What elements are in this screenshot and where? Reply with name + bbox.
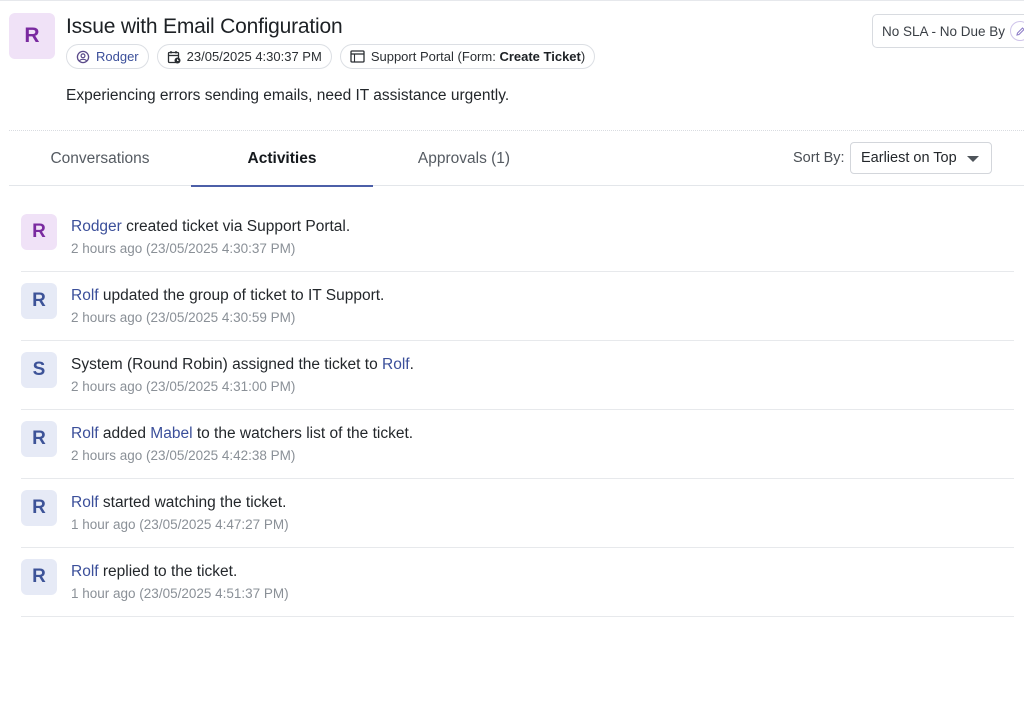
form-suffix: ) xyxy=(580,49,586,64)
activity-item: R Rodger created ticket via Support Port… xyxy=(21,203,1014,272)
avatar: R xyxy=(21,490,57,526)
ticket-meta-chips: Rodger 23/05/2025 4:30:37 PM Support Por… xyxy=(66,44,596,69)
activity-timestamp: 2 hours ago (23/05/2025 4:30:59 PM) xyxy=(71,310,296,325)
activity-item: R Rolf started watching the ticket. 1 ho… xyxy=(21,479,1014,548)
created-date: 23/05/2025 4:30:37 PM xyxy=(186,49,322,64)
created-date-chip: 23/05/2025 4:30:37 PM xyxy=(156,44,332,69)
activity-description: created ticket via Support Portal. xyxy=(121,218,351,235)
activity-timestamp: 2 hours ago (23/05/2025 4:31:00 PM) xyxy=(71,379,296,394)
target-link[interactable]: Rolf xyxy=(382,356,410,373)
activity-timestamp: 1 hour ago (23/05/2025 4:51:37 PM) xyxy=(71,586,289,601)
target-link[interactable]: Mabel xyxy=(150,425,192,442)
activity-suffix: to the watchers list of the ticket. xyxy=(192,425,414,442)
actor-link[interactable]: Rolf xyxy=(71,563,99,580)
tab-approvals[interactable]: Approvals (1) xyxy=(373,131,555,186)
form-name: Create Ticket xyxy=(499,49,581,64)
ticket-description: Experiencing errors sending emails, need… xyxy=(66,87,510,104)
activity-text: Rolf replied to the ticket. xyxy=(71,563,237,581)
requester-name: Rodger xyxy=(96,49,139,64)
activity-text: System (Round Robin) assigned the ticket… xyxy=(71,356,414,374)
sla-text: No SLA - No Due By xyxy=(882,23,1006,39)
actor-link[interactable]: Rolf xyxy=(71,494,99,511)
sla-due-by-box[interactable]: No SLA - No Due By xyxy=(872,14,1024,48)
user-circle-icon xyxy=(76,50,90,64)
activity-text: Rolf updated the group of ticket to IT S… xyxy=(71,287,384,305)
activity-text: Rodger created ticket via Support Portal… xyxy=(71,218,350,236)
caret-down-icon xyxy=(967,156,979,162)
ticket-header: R Issue with Email Configuration Rodger … xyxy=(0,0,1024,130)
tab-conversations[interactable]: Conversations xyxy=(9,131,191,186)
sort-by-label: Sort By: xyxy=(793,150,845,166)
ticket-title: Issue with Email Configuration xyxy=(66,15,343,38)
tab-activities[interactable]: Activities xyxy=(191,131,373,187)
activity-description: System (Round Robin) assigned the ticket… xyxy=(71,356,383,373)
actor-link[interactable]: Rolf xyxy=(71,287,99,304)
activity-timestamp: 1 hour ago (23/05/2025 4:47:27 PM) xyxy=(71,517,289,532)
activity-item: R Rolf replied to the ticket. 1 hour ago… xyxy=(21,548,1014,617)
avatar: R xyxy=(21,559,57,595)
activity-item: S System (Round Robin) assigned the tick… xyxy=(21,341,1014,410)
actor-link[interactable]: Rolf xyxy=(71,425,99,442)
activity-description: replied to the ticket. xyxy=(98,563,238,580)
source-chip: Support Portal (Form: Create Ticket) xyxy=(339,44,596,69)
sort-by-select[interactable]: Earliest on Top xyxy=(850,142,992,174)
pencil-icon[interactable] xyxy=(1010,21,1024,41)
activity-item: R Rolf updated the group of ticket to IT… xyxy=(21,272,1014,341)
actor-link[interactable]: Rodger xyxy=(71,218,122,235)
activity-description: updated the group of ticket to IT Suppor… xyxy=(98,287,385,304)
activity-item: R Rolf added Mabel to the watchers list … xyxy=(21,410,1014,479)
activity-suffix: . xyxy=(409,356,414,373)
activity-list: R Rodger created ticket via Support Port… xyxy=(21,203,1014,617)
avatar: R xyxy=(21,214,57,250)
requester-chip[interactable]: Rodger xyxy=(66,44,149,69)
source-name: Support Portal xyxy=(370,49,454,64)
calendar-clock-icon xyxy=(167,50,181,64)
avatar: S xyxy=(21,352,57,388)
activity-timestamp: 2 hours ago (23/05/2025 4:30:37 PM) xyxy=(71,241,296,256)
sort-by-value: Earliest on Top xyxy=(861,150,957,166)
avatar: R xyxy=(21,283,57,319)
activity-description: added xyxy=(98,425,151,442)
activity-description: started watching the ticket. xyxy=(98,494,287,511)
activity-text: Rolf started watching the ticket. xyxy=(71,494,286,512)
activity-text: Rolf added Mabel to the watchers list of… xyxy=(71,425,413,443)
browser-window-icon xyxy=(350,50,365,63)
activity-timestamp: 2 hours ago (23/05/2025 4:42:38 PM) xyxy=(71,448,296,463)
requester-avatar: R xyxy=(9,13,55,59)
avatar: R xyxy=(21,421,57,457)
form-prefix: (Form: xyxy=(457,49,500,64)
